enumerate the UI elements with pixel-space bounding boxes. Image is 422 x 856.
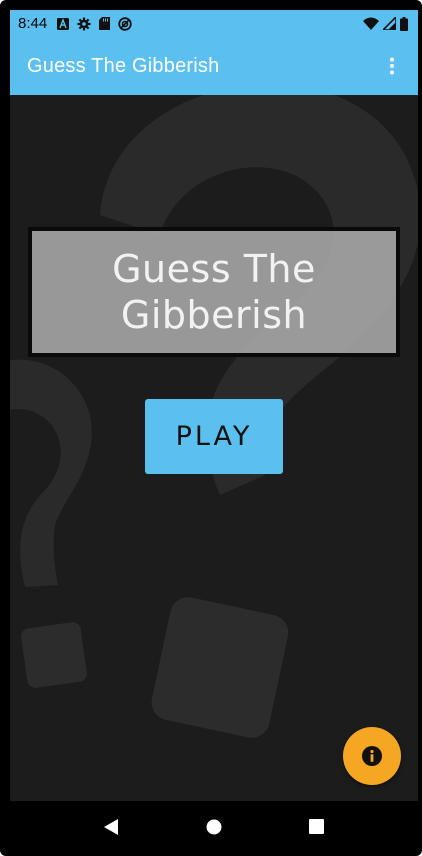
nav-home-button[interactable] — [194, 807, 234, 847]
recents-icon — [309, 819, 325, 834]
title-line-2: Gibberish — [120, 293, 308, 337]
signal-icon — [383, 17, 396, 30]
home-icon — [206, 819, 222, 834]
battery-icon — [400, 16, 408, 31]
device-frame: 8:44 Guess The Gibberish Guess The Gibbe… — [0, 0, 422, 856]
status-time: 8:44 — [18, 15, 48, 32]
wifi-icon — [363, 17, 379, 30]
info-fab-button[interactable] — [343, 727, 401, 785]
status-bar: 8:44 — [10, 10, 418, 37]
gear-icon — [77, 17, 91, 30]
sync-blocked-icon — [118, 16, 132, 31]
nav-recents-button[interactable] — [297, 807, 337, 847]
status-right-icons — [363, 16, 408, 31]
back-icon — [104, 818, 119, 835]
navigation-bar — [10, 801, 418, 852]
status-left-icons — [57, 16, 132, 31]
app-bar: Guess The Gibberish — [10, 37, 418, 95]
nav-back-button[interactable] — [91, 807, 131, 847]
main-content: Guess The Gibberish PLAY — [10, 95, 418, 801]
info-icon — [362, 746, 382, 766]
title-line-1: Guess The — [112, 247, 316, 291]
play-button[interactable]: PLAY — [145, 399, 283, 474]
app-title: Guess The Gibberish — [27, 54, 220, 77]
more-vert-icon — [390, 57, 394, 75]
text-a-icon — [57, 17, 70, 30]
title-card: Guess The Gibberish — [28, 227, 400, 357]
overflow-menu-button[interactable] — [380, 51, 404, 81]
sd-card-icon — [99, 17, 111, 30]
